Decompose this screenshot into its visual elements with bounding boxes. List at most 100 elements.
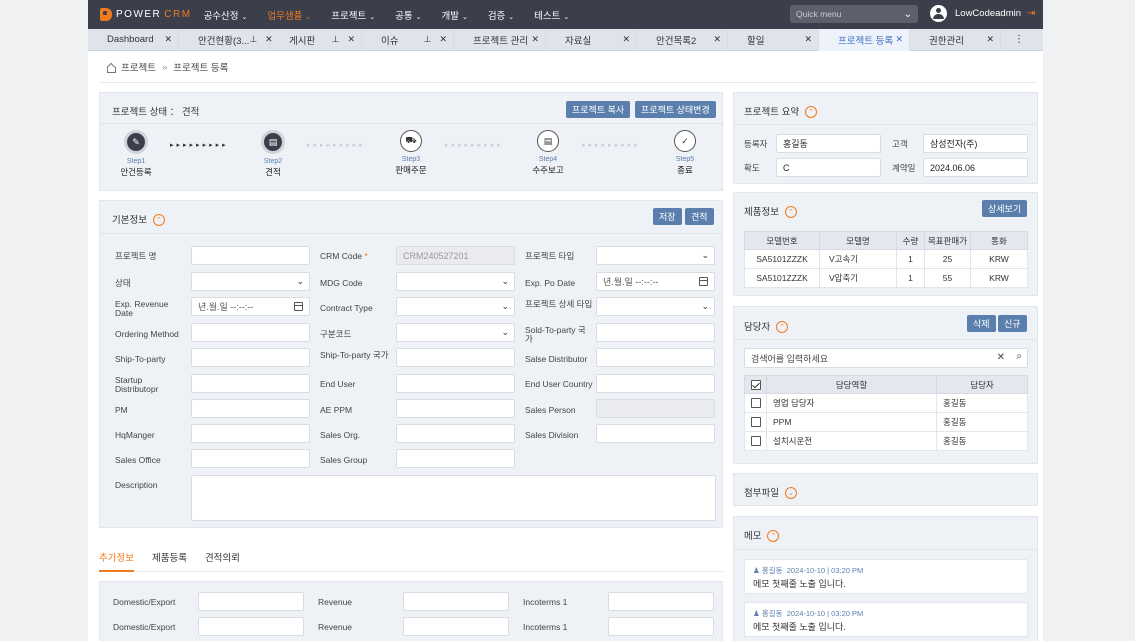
tab-item[interactable]: 게시판 ⊥ ✕: [270, 28, 362, 51]
menu-item[interactable]: 공통 ⌄: [395, 8, 421, 22]
tab-dashboard[interactable]: Dashboard ✕: [88, 28, 179, 51]
calendar-icon[interactable]: [699, 277, 708, 286]
collapse-icon[interactable]: ⌃: [805, 106, 818, 119]
ae-ppm-input[interactable]: [396, 399, 515, 418]
domestic-export-input[interactable]: [198, 592, 304, 611]
pin-icon[interactable]: ⊥: [424, 34, 432, 45]
tab-item[interactable]: 안건현황(3... ⊥ ✕: [179, 28, 273, 51]
pin-icon[interactable]: ⊥: [332, 34, 340, 45]
close-icon[interactable]: ✕: [164, 34, 172, 45]
distributor-input[interactable]: [596, 348, 715, 367]
sales-group-input[interactable]: [396, 449, 515, 468]
new-button[interactable]: 신규: [998, 315, 1027, 332]
pm-input[interactable]: [191, 399, 310, 418]
tab-item[interactable]: 권한관리 ✕: [910, 28, 1001, 51]
incoterms-input[interactable]: [608, 617, 714, 636]
mdg-code-select[interactable]: ⌄: [396, 272, 515, 291]
ship-to-party-input[interactable]: [191, 348, 310, 367]
menu-item[interactable]: 테스트 ⌄: [534, 8, 569, 22]
tab-active[interactable]: 프로젝트 등록 ✕: [819, 28, 910, 51]
detail-type-select[interactable]: ⌄: [596, 297, 715, 316]
end-user-country-input[interactable]: [596, 374, 715, 393]
table-row[interactable]: 영업 담당자 홍길동: [744, 393, 1028, 413]
close-icon[interactable]: ✕: [622, 34, 630, 45]
hq-manager-input[interactable]: [191, 424, 310, 443]
clear-icon[interactable]: ✕: [997, 352, 1005, 363]
sales-office-input[interactable]: [191, 449, 310, 468]
description-textarea[interactable]: [191, 475, 716, 521]
contract-type-select[interactable]: ⌄: [396, 297, 515, 316]
ordering-method-input[interactable]: [191, 323, 310, 342]
tab-item[interactable]: 할일 ✕: [728, 28, 819, 51]
end-user-input[interactable]: [396, 374, 515, 393]
quick-menu-select[interactable]: Quick menu ⌄: [790, 5, 918, 23]
revenue-date-input[interactable]: 년.월.일 --:--:--: [191, 297, 310, 316]
change-status-button[interactable]: 프로젝트 상태변경: [635, 101, 716, 118]
table-row[interactable]: SA5101ZZZK V압축기 1 55 KRW: [744, 268, 1028, 288]
search-icon[interactable]: ⌕: [1016, 351, 1022, 362]
copy-project-button[interactable]: 프로젝트 복사: [566, 101, 631, 118]
breadcrumb-root[interactable]: 프로젝트: [121, 60, 156, 74]
close-icon[interactable]: ✕: [804, 34, 812, 45]
tab-item[interactable]: 이슈 ⊥ ✕: [362, 28, 454, 51]
collapse-icon[interactable]: ⌃: [152, 214, 165, 227]
startup-distributor-input[interactable]: [191, 374, 310, 393]
memo-item[interactable]: ♟ 홍길동 2024-10-10 | 03:20 PM 메모 첫째줄 노출 입니…: [744, 602, 1028, 637]
row-checkbox[interactable]: [750, 398, 761, 409]
home-icon[interactable]: [106, 63, 116, 73]
menu-item-active[interactable]: 업무샘플 ⌄: [267, 8, 311, 22]
domestic-export-input[interactable]: [198, 617, 304, 636]
close-icon[interactable]: ✕: [531, 34, 539, 45]
division-code-select[interactable]: ⌄: [396, 323, 515, 342]
tab-quote-request[interactable]: 견적의뢰: [205, 542, 240, 572]
sales-org-input[interactable]: [396, 424, 515, 443]
menu-item[interactable]: 프로젝트 ⌄: [331, 8, 375, 22]
close-icon[interactable]: ✕: [895, 34, 903, 45]
sales-division-input[interactable]: [596, 424, 715, 443]
table-row[interactable]: SA5101ZZZK V고속기 1 25 KRW: [744, 249, 1028, 269]
field-label: Sales Group: [320, 455, 368, 465]
state-select[interactable]: ⌄: [191, 272, 310, 291]
table-row[interactable]: PPM 홍길동: [744, 412, 1028, 432]
tab-item[interactable]: 자료실 ✕: [546, 28, 637, 51]
po-date-input[interactable]: 년.월.일 --:--:--: [596, 272, 715, 291]
close-icon[interactable]: ✕: [713, 34, 721, 45]
tab-additional-info[interactable]: 추가정보: [99, 542, 134, 572]
more-tabs-button[interactable]: ⋮: [1001, 29, 1037, 51]
close-icon[interactable]: ✕: [439, 34, 447, 45]
row-checkbox[interactable]: [750, 436, 761, 447]
collapse-icon[interactable]: ⌃: [767, 530, 780, 543]
tab-item[interactable]: 안건목록2 ✕: [637, 28, 728, 51]
user-menu[interactable]: LowCodeadmin ⇥: [930, 5, 1035, 22]
menu-item[interactable]: 개발 ⌄: [441, 8, 467, 22]
row-checkbox[interactable]: [750, 417, 761, 428]
revenue-input[interactable]: [403, 617, 509, 636]
expand-icon[interactable]: ⌄: [784, 487, 797, 500]
table-row[interactable]: 설치시운전 홍길동: [744, 431, 1028, 451]
tab-product-register[interactable]: 제품등록: [152, 542, 187, 572]
incoterms-input[interactable]: [608, 592, 714, 611]
menu-item[interactable]: 검증 ⌄: [488, 8, 514, 22]
close-icon[interactable]: ✕: [347, 34, 355, 45]
sold-country-input[interactable]: [596, 323, 715, 342]
menu-item[interactable]: 공수산정 ⌄: [204, 8, 248, 22]
select-all-checkbox[interactable]: [750, 379, 761, 390]
revenue-input[interactable]: [403, 592, 509, 611]
quote-button[interactable]: 견적: [685, 208, 714, 225]
collapse-icon[interactable]: ⌃: [776, 321, 789, 334]
tab-item[interactable]: 프로젝트 관리 ✕: [454, 28, 546, 51]
logout-icon[interactable]: ⇥: [1027, 8, 1035, 19]
close-icon[interactable]: ✕: [986, 34, 994, 45]
collapse-icon[interactable]: ⌃: [784, 206, 797, 219]
project-name-input[interactable]: [191, 246, 310, 265]
pin-icon[interactable]: ⊥: [249, 34, 257, 45]
detail-view-button[interactable]: 상세보기: [982, 200, 1028, 217]
memo-item[interactable]: ♟ 홍길동 2024-10-10 | 03:20 PM 메모 첫째줄 노출 입니…: [744, 559, 1028, 594]
ship-country-input[interactable]: [396, 348, 515, 367]
calendar-icon[interactable]: [294, 302, 303, 311]
logo[interactable]: POWER CRM: [100, 8, 192, 21]
delete-button[interactable]: 삭제: [967, 315, 996, 332]
manager-search-input[interactable]: 검색어를 입력하세요 ✕ ⌕: [744, 348, 1028, 368]
save-button[interactable]: 저장: [653, 208, 682, 225]
project-type-select[interactable]: ⌄: [596, 246, 715, 265]
